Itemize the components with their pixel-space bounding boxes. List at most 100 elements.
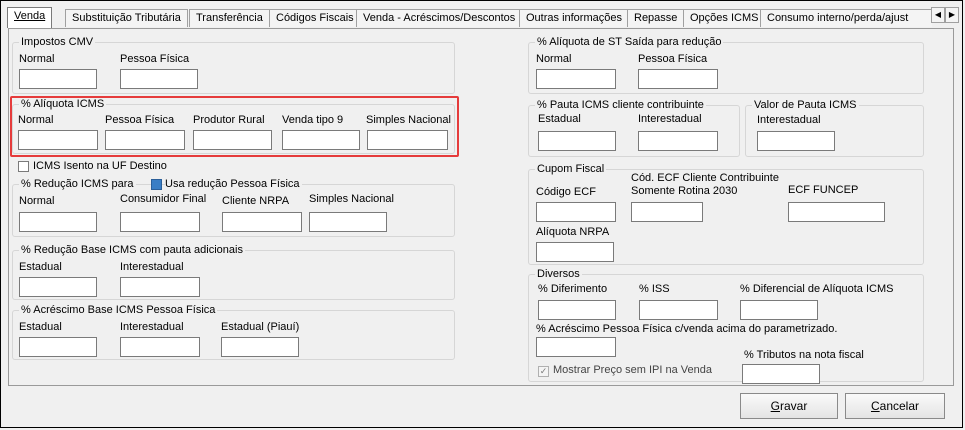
tab-transferencia[interactable]: Transferência <box>189 9 270 27</box>
label-estadual: Estadual <box>19 321 62 333</box>
label-consumidor-final: Consumidor Final <box>120 193 207 205</box>
button-label: ravar <box>780 399 808 413</box>
label-interestadual: Interestadual <box>120 261 184 273</box>
mostrar-preco-checkbox[interactable]: ✓ <box>538 366 549 377</box>
pauta-estadual-input[interactable] <box>538 131 616 151</box>
label-simples-nacional: Simples Nacional <box>309 193 394 205</box>
label-pessoa-fisica: Pessoa Física <box>120 53 190 65</box>
tab-consumo-interno[interactable]: Consumo interno/perda/ajust <box>760 9 932 27</box>
label-cliente-nrpa: Cliente NRPA <box>222 195 290 207</box>
tab-opcoes-icms[interactable]: Opções ICMS <box>683 9 766 27</box>
label-normal: Normal <box>18 114 54 126</box>
reducao-simples-nacional-input[interactable] <box>309 212 387 232</box>
codigo-ecf-input[interactable] <box>536 202 616 222</box>
ecf-funcep-input[interactable] <box>788 202 885 222</box>
tab-venda[interactable]: Venda <box>7 7 53 28</box>
group-title: % Redução Base ICMS com pauta adicionais <box>19 244 245 256</box>
icms-isento-checkbox[interactable] <box>18 161 29 172</box>
label-interestadual: Interestadual <box>757 114 821 126</box>
cancelar-button[interactable]: Cancelar <box>845 393 945 419</box>
cmv-pessoa-fisica-input[interactable] <box>120 69 198 89</box>
acrescimo-estadual-piaui-input[interactable] <box>221 337 299 357</box>
acrescimo-interestadual-input[interactable] <box>120 337 200 357</box>
reducao-base-interestadual-input[interactable] <box>120 277 200 297</box>
label-cod-ecf-cliente: Cód. ECF Cliente Contribuinte <box>631 172 779 184</box>
group-title: Impostos CMV <box>19 36 96 48</box>
label-estadual: Estadual <box>19 261 62 273</box>
label-icms-isento: ICMS Isento na UF Destino <box>33 160 167 172</box>
label-interestadual: Interestadual <box>638 113 702 125</box>
label-usa-reducao-pf: Usa redução Pessoa Física <box>165 178 302 190</box>
label-simples-nacional: Simples Nacional <box>366 114 451 126</box>
pauta-interestadual-input[interactable] <box>638 131 718 151</box>
aliquota-nrpa-input[interactable] <box>536 242 614 262</box>
mnemonic-letter: G <box>770 399 780 413</box>
label-interestadual: Interestadual <box>120 321 184 333</box>
label-normal: Normal <box>19 195 55 207</box>
label-diferencial-aliquota: % Diferencial de Alíquota ICMS <box>740 283 894 295</box>
label-ecf-funcep: ECF FUNCEP <box>788 184 859 196</box>
label-tributos-nota: % Tributos na nota fiscal <box>744 349 864 361</box>
group-title: Diversos <box>535 268 582 280</box>
gravar-button[interactable]: Gravar <box>740 393 838 419</box>
label-produtor-rural: Produtor Rural <box>193 114 265 126</box>
group-title: Cupom Fiscal <box>535 163 607 175</box>
label-aliquota-nrpa: Alíquota NRPA <box>536 226 610 238</box>
arrow-right-icon: ▶ <box>948 10 956 19</box>
tab-venda-acrescimos[interactable]: Venda - Acréscimos/Descontos <box>356 9 523 27</box>
group-title: % Redução ICMS para <box>19 178 136 190</box>
diferimento-input[interactable] <box>538 300 616 320</box>
valor-pauta-interestadual-input[interactable] <box>757 131 835 151</box>
tab-scroll-left-button[interactable]: ◀ <box>931 7 945 23</box>
label-pessoa-fisica: Pessoa Física <box>638 53 708 65</box>
reducao-base-estadual-input[interactable] <box>19 277 97 297</box>
cod-ecf-cliente-input[interactable] <box>631 202 703 222</box>
label-mostrar-preco: Mostrar Preço sem IPI na Venda <box>553 364 712 376</box>
aliquota-produtor-rural-input[interactable] <box>193 130 272 150</box>
group-title: % Pauta ICMS cliente contribuinte <box>535 99 706 111</box>
group-title: % Acréscimo Base ICMS Pessoa Física <box>19 304 218 316</box>
tab-strip: Venda Substituição Tributária Transferên… <box>3 7 942 28</box>
tab-repasse[interactable]: Repasse <box>627 9 685 27</box>
acrescimo-estadual-input[interactable] <box>19 337 97 357</box>
check-icon: ✓ <box>539 366 548 376</box>
tab-label: Venda <box>14 10 46 22</box>
aliquota-pessoa-fisica-input[interactable] <box>105 130 185 150</box>
label-estadual: Estadual <box>538 113 581 125</box>
arrow-left-icon: ◀ <box>934 10 942 19</box>
label-iss: % ISS <box>639 283 670 295</box>
st-pessoa-fisica-input[interactable] <box>638 69 718 89</box>
window-frame: Venda Substituição Tributária Transferên… <box>0 0 963 428</box>
button-label: ancelar <box>879 399 920 413</box>
label-codigo-ecf: Código ECF <box>536 186 596 198</box>
cmv-normal-input[interactable] <box>19 69 97 89</box>
group-title: % Alíquota de ST Saída para redução <box>535 36 724 48</box>
label-normal: Normal <box>536 53 572 65</box>
acrescimo-pf-input[interactable] <box>536 337 616 357</box>
group-title: Valor de Pauta ICMS <box>752 99 859 111</box>
st-normal-input[interactable] <box>536 69 616 89</box>
tab-substituicao-tributaria[interactable]: Substituição Tributária <box>65 9 188 27</box>
mnemonic-letter: C <box>870 399 880 413</box>
label-acrescimo-pf: % Acréscimo Pessoa Física c/venda acima … <box>536 323 838 335</box>
label-diferimento: % Diferimento <box>538 283 608 295</box>
reducao-cliente-nrpa-input[interactable] <box>222 212 302 232</box>
tab-codigos-fiscais[interactable]: Códigos Fiscais <box>269 9 361 27</box>
label-somente-rotina: Somente Rotina 2030 <box>631 185 738 197</box>
label-venda-tipo-9: Venda tipo 9 <box>282 114 344 126</box>
reducao-normal-input[interactable] <box>19 212 97 232</box>
usa-reducao-pf-checkbox[interactable] <box>151 179 162 190</box>
tab-scroll-right-button[interactable]: ▶ <box>945 7 959 23</box>
tributos-nota-input[interactable] <box>742 364 820 384</box>
label-estadual-piaui: Estadual (Piauí) <box>221 321 300 333</box>
reducao-consumidor-final-input[interactable] <box>120 212 200 232</box>
iss-input[interactable] <box>639 300 718 320</box>
aliquota-normal-input[interactable] <box>18 130 98 150</box>
label-normal: Normal <box>19 53 55 65</box>
diferencial-aliquota-input[interactable] <box>740 300 818 320</box>
tab-outras-informacoes[interactable]: Outras informações <box>519 9 629 27</box>
label-pessoa-fisica: Pessoa Física <box>105 114 175 126</box>
aliquota-venda-tipo-9-input[interactable] <box>282 130 360 150</box>
tab-panel-venda: Impostos CMV Normal Pessoa Física % Alíq… <box>8 28 954 386</box>
aliquota-simples-nacional-input[interactable] <box>367 130 448 150</box>
